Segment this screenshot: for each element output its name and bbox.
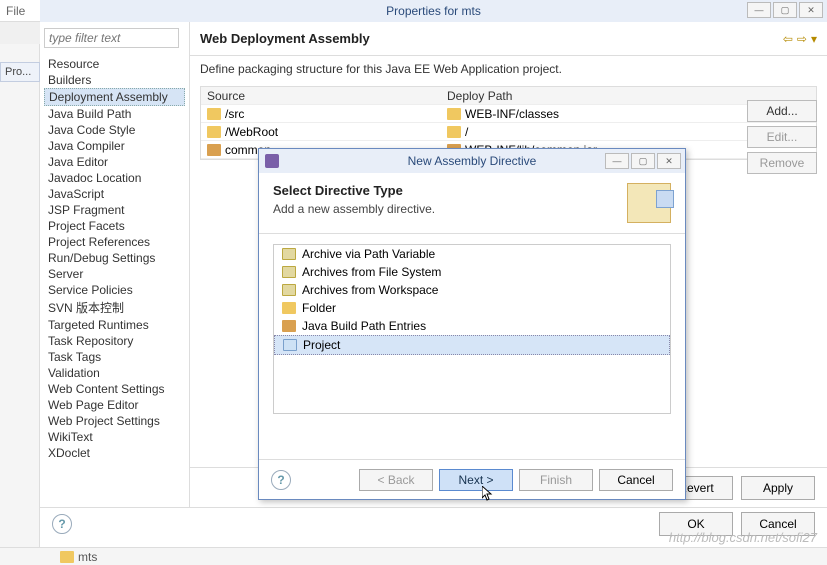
jar-icon [207, 144, 221, 156]
dialog-title: Properties for mts [386, 4, 481, 18]
folder-icon [207, 126, 221, 138]
project-explorer-tab[interactable]: Pro... [0, 62, 40, 82]
section-title: Web Deployment Assembly [200, 31, 370, 46]
new-assembly-directive-dialog: New Assembly Directive — ▢ ✕ Select Dire… [258, 148, 686, 500]
list-item[interactable]: Archives from Workspace [274, 281, 670, 299]
dialog-titlebar: Properties for mts — ▢ ✕ [40, 0, 827, 22]
list-item-label: Project [303, 338, 340, 352]
folder-icon [447, 108, 461, 120]
next-button[interactable]: Next > [439, 469, 513, 491]
filter-input[interactable] [44, 28, 179, 48]
archive-icon [282, 266, 296, 278]
nav-item-java-code-style[interactable]: Java Code Style [44, 122, 185, 138]
watermark: http://blog.csdn.net/sofi27 [669, 530, 817, 545]
forward-arrow-icon[interactable]: ⇨ [797, 32, 807, 46]
category-nav: ResourceBuildersDeployment AssemblyJava … [40, 22, 190, 507]
nav-item-java-build-path[interactable]: Java Build Path [44, 106, 185, 122]
section-desc: Define packaging structure for this Java… [190, 56, 827, 82]
nav-item-resource[interactable]: Resource [44, 56, 185, 72]
statusbar: mts [0, 547, 827, 565]
inner-sub: Add a new assembly directive. [273, 202, 435, 216]
list-item[interactable]: Archive via Path Variable [274, 245, 670, 263]
nav-item-targeted-runtimes[interactable]: Targeted Runtimes [44, 317, 185, 333]
list-item[interactable]: Java Build Path Entries [274, 317, 670, 335]
wizard-banner-icon [627, 183, 671, 223]
folder-icon [447, 126, 461, 138]
nav-item-javascript[interactable]: JavaScript [44, 186, 185, 202]
list-item[interactable]: Folder [274, 299, 670, 317]
folder-icon [282, 302, 296, 314]
deploy-cell: WEB-INF/classes [465, 107, 559, 121]
table-row[interactable]: /src WEB-INF/classes [201, 105, 816, 123]
inner-minimize-button[interactable]: — [605, 153, 629, 169]
nav-item-wikitext[interactable]: WikiText [44, 429, 185, 445]
nav-item-project-facets[interactable]: Project Facets [44, 218, 185, 234]
menu-file[interactable]: File [6, 4, 25, 18]
inner-close-button[interactable]: ✕ [657, 153, 681, 169]
nav-item-server[interactable]: Server [44, 266, 185, 282]
nav-item-task-tags[interactable]: Task Tags [44, 349, 185, 365]
nav-item-jsp-fragment[interactable]: JSP Fragment [44, 202, 185, 218]
help-icon[interactable]: ? [52, 514, 72, 534]
project-icon [60, 551, 74, 563]
table-row[interactable]: /WebRoot / [201, 123, 816, 141]
col-source: Source [201, 89, 441, 103]
finish-button[interactable]: Finish [519, 469, 593, 491]
directive-type-list[interactable]: Archive via Path Variable Archives from F… [273, 244, 671, 414]
remove-button[interactable]: Remove [747, 152, 817, 174]
list-item[interactable]: Project [274, 335, 670, 355]
close-button[interactable]: ✕ [799, 2, 823, 18]
eclipse-icon [265, 154, 279, 168]
maximize-button[interactable]: ▢ [773, 2, 797, 18]
left-dock [0, 44, 40, 547]
nav-item-web-content-settings[interactable]: Web Content Settings [44, 381, 185, 397]
nav-item-task-repository[interactable]: Task Repository [44, 333, 185, 349]
nav-item-web-project-settings[interactable]: Web Project Settings [44, 413, 185, 429]
back-button[interactable]: < Back [359, 469, 433, 491]
nav-item-validation[interactable]: Validation [44, 365, 185, 381]
nav-item-svn-[interactable]: SVN 版本控制 [44, 298, 185, 317]
list-item-label: Archives from Workspace [302, 283, 438, 297]
list-item-label: Archive via Path Variable [302, 247, 435, 261]
list-item[interactable]: Archives from File System [274, 263, 670, 281]
add-button[interactable]: Add... [747, 100, 817, 122]
archive-icon [282, 284, 296, 296]
nav-item-web-page-editor[interactable]: Web Page Editor [44, 397, 185, 413]
nav-item-run-debug-settings[interactable]: Run/Debug Settings [44, 250, 185, 266]
dropdown-icon[interactable]: ▾ [811, 32, 817, 46]
deploy-cell: / [465, 125, 468, 139]
archive-icon [282, 248, 296, 260]
nav-item-deployment-assembly[interactable]: Deployment Assembly [44, 88, 185, 106]
list-item-label: Archives from File System [302, 265, 441, 279]
nav-item-xdoclet[interactable]: XDoclet [44, 445, 185, 461]
inner-title-text: New Assembly Directive [408, 154, 537, 168]
status-item: mts [78, 550, 97, 564]
list-item-label: Folder [302, 301, 336, 315]
inner-titlebar: New Assembly Directive — ▢ ✕ [259, 149, 685, 173]
proj-icon [283, 339, 297, 351]
nav-item-service-policies[interactable]: Service Policies [44, 282, 185, 298]
inner-cancel-button[interactable]: Cancel [599, 469, 673, 491]
back-arrow-icon[interactable]: ⇦ [783, 32, 793, 46]
apply-button[interactable]: Apply [741, 476, 815, 500]
list-item-label: Java Build Path Entries [302, 319, 426, 333]
edit-button[interactable]: Edit... [747, 126, 817, 148]
inner-heading: Select Directive Type [273, 183, 435, 198]
jar-icon [282, 320, 296, 332]
nav-item-project-references[interactable]: Project References [44, 234, 185, 250]
source-cell: /src [225, 107, 244, 121]
nav-item-java-compiler[interactable]: Java Compiler [44, 138, 185, 154]
nav-item-builders[interactable]: Builders [44, 72, 185, 88]
minimize-button[interactable]: — [747, 2, 771, 18]
inner-maximize-button[interactable]: ▢ [631, 153, 655, 169]
nav-item-javadoc-location[interactable]: Javadoc Location [44, 170, 185, 186]
source-cell: /WebRoot [225, 125, 278, 139]
inner-help-icon[interactable]: ? [271, 470, 291, 490]
folder-icon [207, 108, 221, 120]
nav-item-java-editor[interactable]: Java Editor [44, 154, 185, 170]
